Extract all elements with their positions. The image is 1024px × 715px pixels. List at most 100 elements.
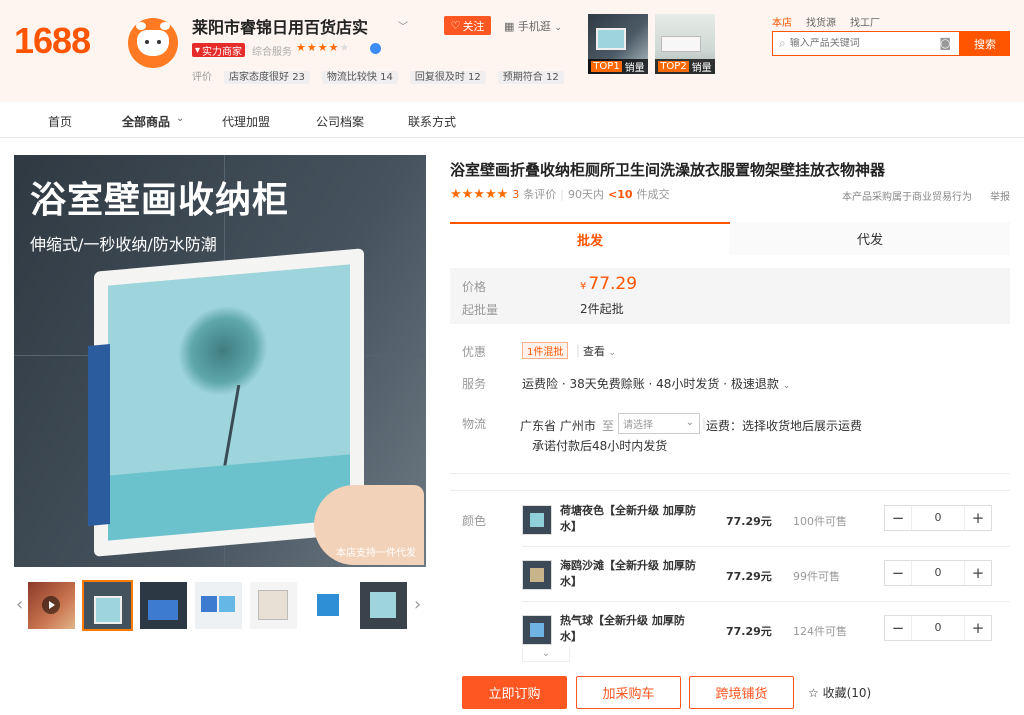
- search-button[interactable]: 搜索: [960, 31, 1010, 56]
- hero-subtitle: 伸缩式/一秒收纳/防水防潮: [30, 235, 217, 254]
- chevron-down-icon: ⌄: [608, 348, 617, 358]
- search-icon: ⌕: [779, 36, 786, 50]
- tab-wholesale[interactable]: 批发: [450, 222, 730, 255]
- order-now-button[interactable]: 立即订购: [462, 676, 567, 709]
- promo-label: 优惠: [462, 345, 487, 359]
- quantity-value[interactable]: 0: [911, 506, 965, 530]
- destination-select[interactable]: 请选择 ⌄: [618, 413, 700, 434]
- chevron-down-icon[interactable]: ⌄: [176, 113, 184, 124]
- increment-button[interactable]: +: [965, 509, 991, 527]
- variant-row: 荷塘夜色【全新升级 加厚防水】 77.29元 100件可售 − 0 +: [522, 504, 1010, 555]
- quantity-value[interactable]: 0: [911, 561, 965, 585]
- price-value: ¥77.29: [580, 274, 638, 294]
- quantity-value[interactable]: 0: [911, 616, 965, 640]
- quantity-stepper: − 0 +: [884, 505, 992, 531]
- rating-chip[interactable]: 回复很及时 12: [409, 68, 486, 84]
- thumbnail-strip: ‹ ›: [14, 580, 426, 632]
- product-rating-line: ★★★★★ 3 条评价 | 90天内 <10 件成交: [450, 186, 670, 202]
- chevron-down-icon[interactable]: ﹀: [398, 18, 408, 33]
- follow-button[interactable]: ♡ 关注: [444, 16, 491, 35]
- chevron-down-icon: ⌄: [782, 381, 791, 391]
- sold-count: <10: [608, 187, 633, 201]
- price-box: 价格 ¥77.29 起批量 2件起批: [450, 268, 1010, 324]
- rating-chip[interactable]: 预期符合 12: [497, 68, 564, 84]
- search-box: ⌕ ◙: [772, 31, 960, 56]
- medal-icon: ▾: [195, 44, 201, 56]
- color-label: 颜色: [462, 514, 487, 528]
- hero-title: 浴室壁画收纳柜: [30, 180, 290, 221]
- main-product-image[interactable]: 浴室壁画收纳柜 伸缩式/一秒收纳/防水防潮 本店支持一件代发: [14, 155, 426, 567]
- decrement-button[interactable]: −: [885, 509, 911, 527]
- variant-thumbnail[interactable]: [522, 560, 552, 590]
- chevron-down-icon: ⌄: [554, 23, 562, 33]
- moq-label: 起批量: [462, 303, 499, 317]
- site-logo[interactable]: 1688: [14, 20, 91, 62]
- thumbnail-video[interactable]: [28, 582, 75, 629]
- nav-agency[interactable]: 代理加盟: [222, 113, 270, 130]
- nav-company-profile[interactable]: 公司档案: [316, 113, 364, 130]
- thumbnail[interactable]: [305, 582, 352, 629]
- decrement-button[interactable]: −: [885, 564, 911, 582]
- thumbnail[interactable]: [82, 580, 133, 631]
- verified-icon[interactable]: [370, 43, 381, 54]
- shop-avatar[interactable]: [128, 18, 178, 68]
- review-count[interactable]: 3: [512, 188, 519, 201]
- top-product-thumb[interactable]: TOP2 销量: [655, 14, 715, 74]
- variant-stock: 99件可售: [793, 570, 840, 583]
- play-icon: [42, 596, 60, 614]
- variant-price: 77.29元: [726, 570, 772, 583]
- shop-name[interactable]: 莱阳市睿锦日用百货店实: [192, 14, 368, 38]
- top-rank-badge: TOP2 销量: [655, 59, 715, 74]
- search-input[interactable]: [789, 38, 930, 49]
- thumbnail[interactable]: [250, 582, 297, 629]
- tab-dropship[interactable]: 代发: [730, 222, 1010, 255]
- shop-ratings: 评价 店家态度很好 23 物流比较快 14 回复很及时 12 预期符合 12: [192, 68, 564, 84]
- qr-code-icon: ▦: [504, 20, 515, 33]
- favorite-button[interactable]: ☆ 收藏(10): [808, 684, 871, 701]
- variant-price: 77.29元: [726, 515, 772, 528]
- promo-view-link[interactable]: 查看 ⌄: [583, 343, 616, 359]
- increment-button[interactable]: +: [965, 564, 991, 582]
- chevron-left-icon[interactable]: ‹: [16, 594, 23, 615]
- service-text[interactable]: 运费险 · 38天免费赊账 · 48小时发货 · 极速退款 ⌄: [522, 375, 790, 392]
- report-link[interactable]: 举报: [990, 188, 1010, 203]
- variant-name: 海鸥沙滩【全新升级 加厚防水】: [560, 559, 696, 588]
- camera-icon[interactable]: ◙: [939, 36, 951, 50]
- increment-button[interactable]: +: [965, 619, 991, 637]
- promo-chip[interactable]: 1件混批: [522, 342, 569, 359]
- nav-contact[interactable]: 联系方式: [408, 113, 456, 130]
- service-label: 服务: [462, 377, 487, 391]
- mobile-browse-link[interactable]: ▦ 手机逛 ⌄: [504, 18, 562, 34]
- cross-border-button[interactable]: 跨境铺货: [689, 676, 794, 709]
- lotus-artwork: [108, 264, 350, 541]
- review-label[interactable]: 条评价: [523, 186, 556, 202]
- search-tab-sources[interactable]: 找货源: [806, 14, 836, 29]
- chevron-right-icon[interactable]: ›: [414, 594, 421, 615]
- star-icon: ★: [339, 41, 351, 54]
- expand-variants-chevron-icon[interactable]: ⌄: [522, 648, 570, 662]
- nav-all-products[interactable]: 全部商品: [122, 113, 170, 130]
- search-tab-shop[interactable]: 本店: [772, 14, 792, 29]
- variant-thumbnail[interactable]: [522, 615, 552, 645]
- row-divider: [522, 601, 1010, 602]
- price-label: 价格: [462, 280, 487, 294]
- nav-home[interactable]: 首页: [48, 113, 72, 130]
- thumbnail[interactable]: [360, 582, 407, 629]
- rating-label: 评价: [192, 72, 212, 83]
- top-product-thumb[interactable]: TOP1 销量: [588, 14, 648, 74]
- variant-thumbnail[interactable]: [522, 505, 552, 535]
- thumbnail[interactable]: [140, 582, 187, 629]
- heart-icon: ♡: [450, 19, 461, 32]
- chevron-down-icon: ⌄: [685, 417, 694, 428]
- decrement-button[interactable]: −: [885, 619, 911, 637]
- add-to-cart-button[interactable]: 加采购车: [576, 676, 681, 709]
- business-note: 本产品采购属于商业贸易行为: [842, 192, 972, 203]
- thumbnail[interactable]: [195, 582, 242, 629]
- combined-service-label: 综合服务: [252, 47, 292, 58]
- row-divider: [522, 546, 1010, 547]
- strength-merchant-badge: ▾ 实力商家: [192, 43, 246, 58]
- rating-chip[interactable]: 物流比较快 14: [321, 68, 398, 84]
- ship-from: 广东省 广州市: [520, 419, 596, 433]
- search-tab-factories[interactable]: 找工厂: [850, 14, 880, 29]
- rating-chip[interactable]: 店家态度很好 23: [224, 68, 310, 84]
